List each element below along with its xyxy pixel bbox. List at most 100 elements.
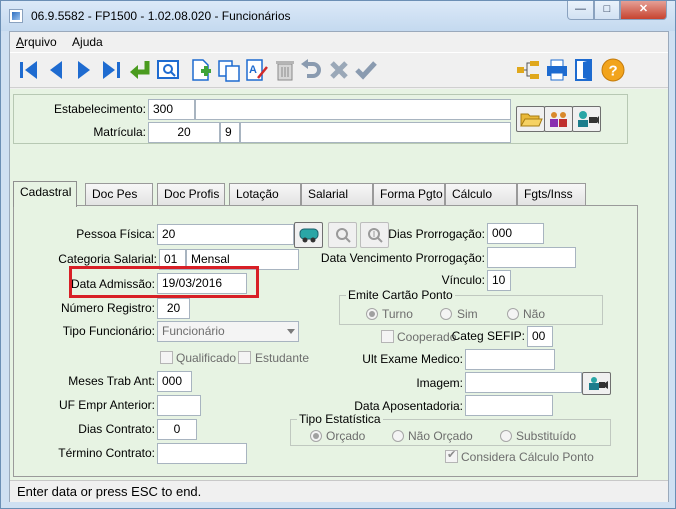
numero-registro-field[interactable]: 20 — [157, 298, 190, 319]
menu-arquivo[interactable]: Arquivo — [16, 35, 57, 49]
uf-empr-anterior-field[interactable] — [157, 395, 201, 416]
tab-cadastral[interactable]: Cadastral — [13, 181, 77, 207]
tab-doc-pes[interactable]: Doc Pes — [85, 183, 153, 205]
radio-orcado[interactable] — [310, 430, 322, 442]
dias-contrato-label: Dias Contrato: — [78, 422, 155, 436]
tab-fgts-inss[interactable]: Fgts/Inss — [517, 183, 586, 205]
pessoa-fisica-label: Pessoa Física: — [76, 227, 155, 241]
tree-icon[interactable] — [515, 56, 541, 84]
folder-icon — [520, 113, 543, 127]
estabelecimento-code-field[interactable]: 300 — [148, 99, 195, 120]
categ-sefip-label: Categ SEFIP: — [451, 329, 525, 343]
title-bar[interactable]: 06.9.5582 - FP1500 - 1.02.08.020 - Funci… — [1, 1, 675, 31]
help-icon[interactable]: ? — [600, 56, 626, 84]
dias-prorrogacao-label: Dias Prorrogação: — [388, 227, 485, 241]
maximize-button[interactable]: □ — [594, 1, 620, 20]
imagem-camera-button[interactable] — [582, 372, 611, 395]
data-aposentadoria-label: Data Aposentadoria: — [354, 399, 463, 413]
car-icon — [299, 228, 319, 243]
imagem-field[interactable] — [465, 372, 582, 393]
matricula-label: Matrícula: — [93, 125, 146, 139]
tab-lotacao[interactable]: Lotação — [229, 183, 301, 205]
edit-icon[interactable]: A — [244, 56, 270, 84]
categoria-salarial-label: Categoria Salarial: — [58, 252, 157, 266]
next-record-icon[interactable] — [71, 56, 97, 84]
considera-calculo-ponto-checkbox[interactable] — [445, 448, 458, 463]
user-camera-button[interactable] — [572, 106, 601, 132]
cooperado-label: Cooperado — [397, 330, 457, 344]
qualificado-checkbox[interactable] — [160, 351, 173, 364]
undo-icon[interactable] — [298, 56, 324, 84]
radio-sim-label: Sim — [457, 307, 478, 321]
tab-doc-profis[interactable]: Doc Profis — [157, 183, 225, 205]
tab-salarial[interactable]: Salarial — [301, 183, 373, 205]
app-icon — [9, 9, 23, 23]
close-button[interactable]: ✕ — [620, 1, 667, 20]
vinculo-field[interactable]: 10 — [487, 270, 511, 291]
radio-nao-label: Não — [523, 307, 546, 321]
numero-registro-label: Número Registro: — [60, 301, 155, 315]
open-folder-button[interactable] — [516, 106, 545, 132]
tab-forma-pgto[interactable]: Forma Pgto — [373, 183, 445, 205]
delete-icon[interactable] — [272, 56, 298, 84]
matricula-number-field[interactable]: 20 — [148, 122, 220, 143]
menu-ajuda[interactable]: Ajuda — [72, 35, 103, 49]
radio-substituido[interactable] — [500, 430, 512, 442]
data-vencimento-prorrogacao-label: Data Vencimento Prorrogação: — [320, 251, 485, 265]
matricula-digit-field[interactable]: 9 — [220, 122, 240, 143]
estudante-checkbox[interactable] — [238, 351, 251, 364]
tipo-estatistica-label: Tipo Estatística — [297, 412, 383, 426]
dias-contrato-field[interactable]: 0 — [157, 419, 197, 440]
data-aposentadoria-field[interactable] — [465, 395, 553, 416]
people-button[interactable] — [544, 106, 573, 132]
last-record-icon[interactable] — [98, 56, 124, 84]
user-camera-icon — [578, 111, 599, 127]
estabelecimento-label: Estabelecimento: — [53, 102, 146, 116]
window-title: 06.9.5582 - FP1500 - 1.02.08.020 - Funci… — [31, 9, 291, 23]
radio-nao[interactable] — [507, 308, 519, 320]
meses-trab-ant-field[interactable]: 000 — [157, 371, 192, 392]
categ-sefip-field[interactable]: 00 — [527, 326, 553, 347]
minimize-button[interactable]: — — [567, 1, 594, 20]
menu-bar: Arquivo Ajuda — [10, 32, 668, 52]
cooperado-checkbox[interactable] — [381, 330, 394, 343]
considera-calculo-ponto-label: Considera Cálculo Ponto — [461, 450, 594, 464]
form-area: Estabelecimento: 300 Matrícula: 20 9 Cad… — [10, 89, 668, 480]
print-icon[interactable] — [544, 56, 570, 84]
new-record-icon[interactable] — [188, 56, 214, 84]
first-record-icon[interactable] — [16, 56, 42, 84]
dias-prorrogacao-field[interactable]: 000 — [487, 223, 544, 244]
cancel-icon[interactable] — [326, 56, 352, 84]
meses-trab-ant-label: Meses Trab Ant: — [68, 374, 155, 388]
data-admissao-field[interactable]: 19/03/2016 — [157, 273, 247, 294]
status-bar: Enter data or press ESC to end. — [10, 480, 668, 502]
previous-record-icon[interactable] — [43, 56, 69, 84]
exit-door-icon[interactable] — [571, 56, 597, 84]
matricula-name-field[interactable] — [240, 122, 511, 143]
return-icon[interactable] — [127, 56, 153, 84]
ult-exame-medico-field[interactable] — [465, 349, 555, 370]
data-vencimento-prorrogacao-field[interactable] — [487, 247, 576, 268]
emite-cartao-ponto-label: Emite Cartão Ponto — [346, 288, 455, 302]
imagem-label: Imagem: — [416, 376, 463, 390]
copy-icon[interactable] — [216, 56, 242, 84]
tipo-funcionario-label: Tipo Funcionário: — [62, 324, 155, 338]
estabelecimento-name-field[interactable] — [195, 99, 511, 120]
camera-icon — [589, 377, 608, 390]
termino-contrato-field[interactable] — [157, 443, 247, 464]
radio-turno[interactable] — [366, 308, 378, 320]
preview-icon[interactable] — [155, 56, 181, 84]
tipo-funcionario-value: Funcionário — [162, 324, 225, 338]
tab-calculo[interactable]: Cálculo — [445, 183, 517, 205]
tipo-funcionario-select[interactable]: Funcionário — [157, 321, 299, 342]
confirm-icon[interactable] — [353, 56, 379, 84]
radio-sim[interactable] — [440, 308, 452, 320]
toolbar: A ? — [10, 52, 668, 88]
estudante-label: Estudante — [255, 351, 310, 365]
data-admissao-label: Data Admissão: — [70, 277, 155, 291]
pessoa-fisica-field[interactable]: 20 — [157, 224, 294, 245]
pessoa-fisica-zoom-button[interactable] — [328, 222, 357, 248]
pessoa-fisica-lookup-button[interactable] — [294, 222, 323, 248]
svg-text:?: ? — [609, 63, 618, 80]
radio-nao-orcado[interactable] — [392, 430, 404, 442]
